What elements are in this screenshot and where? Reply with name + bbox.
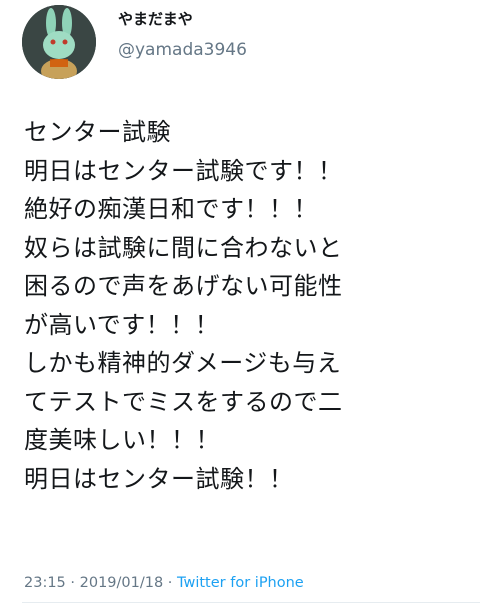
tweet-date[interactable]: 2019/01/18 bbox=[80, 575, 164, 591]
tweet-line: てテストでミスをするので二 bbox=[24, 387, 343, 416]
tweet-text: センター試験 明日はセンター試験です！！ 絶好の痴漢日和です！！！ 奴らは試験に… bbox=[24, 113, 464, 498]
rabbit-character-icon bbox=[22, 5, 96, 79]
tweet-line: が高いです！！！ bbox=[24, 310, 220, 339]
tweet-source-link[interactable]: Twitter for iPhone bbox=[177, 575, 304, 591]
tweet-line: 度美味しい！！！ bbox=[24, 426, 220, 454]
tweet-line: 絶好の痴漢日和です！！！ bbox=[24, 195, 318, 223]
tweet-line: 奴らは試験に間に合わないと bbox=[24, 233, 343, 262]
tweet-time[interactable]: 23:15 bbox=[24, 575, 66, 591]
tweet-line: 困るので声をあげない可能性 bbox=[24, 272, 343, 300]
tweet-line: 明日はセンター試験！！ bbox=[24, 464, 294, 493]
tweet-card: やまだまや @yamada3946 センター試験 明日はセンター試験です！！ 絶… bbox=[0, 0, 480, 604]
display-name[interactable]: やまだまや bbox=[118, 8, 193, 29]
tweet-line: 明日はセンター試験です！！ bbox=[24, 156, 343, 185]
meta-separator: · bbox=[163, 575, 178, 591]
tweet-metadata: 23:15 · 2019/01/18 · Twitter for iPhone bbox=[24, 575, 304, 591]
tweet-line: しかも精神的ダメージも与え bbox=[24, 349, 342, 377]
user-handle[interactable]: @yamada3946 bbox=[118, 40, 247, 60]
tweet-line: センター試験 bbox=[24, 118, 171, 146]
avatar[interactable] bbox=[22, 5, 96, 79]
meta-separator: · bbox=[65, 575, 80, 591]
divider bbox=[22, 602, 480, 603]
